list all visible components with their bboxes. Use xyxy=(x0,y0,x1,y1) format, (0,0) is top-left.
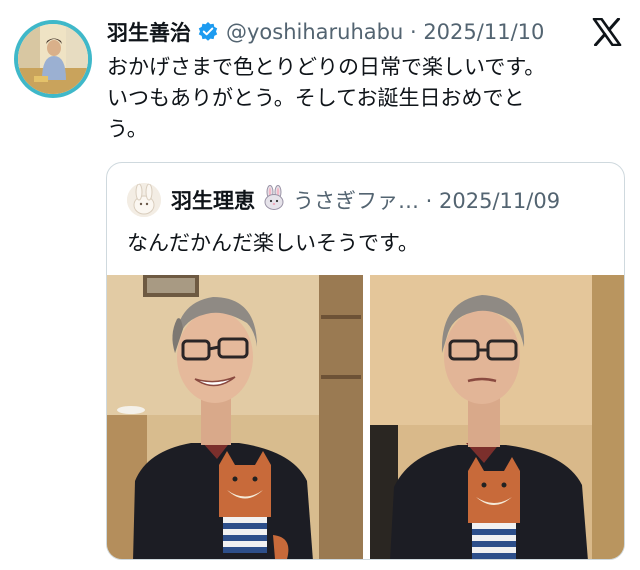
handle-and-date[interactable]: @yoshiharuhabu · 2025/11/10 xyxy=(226,20,544,44)
quoted-display-name[interactable]: 羽生理恵 xyxy=(171,185,255,215)
display-name[interactable]: 羽生善治 xyxy=(107,17,191,47)
tweet-text: おかげさまで色とりどりの日常で楽しいです。 いつもありがとう。そしてお誕生日おめ… xyxy=(107,52,619,145)
avatar[interactable] xyxy=(14,20,92,98)
tweet-text-line: いつもありがとう。そしてお誕生日おめでと xyxy=(107,86,525,110)
quoted-tweet-header: 羽生理恵 うさぎファ… · 2025/11/09 xyxy=(127,183,560,217)
quoted-tweet-text: なんだかんだ楽しいそうです。 xyxy=(127,231,419,255)
rabbit-emoji-icon xyxy=(261,184,287,216)
x-logo-icon[interactable] xyxy=(592,17,622,47)
tweet-header: 羽生善治 @yoshiharuhabu · 2025/11/10 xyxy=(107,14,544,50)
tweet-text-line: おかげさまで色とりどりの日常で楽しいです。 xyxy=(107,55,546,79)
avatar-photo xyxy=(18,24,88,94)
verified-badge-icon xyxy=(197,21,219,43)
quoted-tweet[interactable]: 羽生理恵 うさぎファ… · 2025/11/09 なんだかんだ楽しいそうです。 xyxy=(106,162,625,560)
quoted-photos xyxy=(107,275,624,559)
photo-serious-man[interactable] xyxy=(370,275,624,559)
quoted-avatar[interactable] xyxy=(127,183,161,217)
quoted-handle-and-date[interactable]: うさぎファ… · 2025/11/09 xyxy=(293,185,560,215)
tweet-text-line: う。 xyxy=(107,117,148,141)
photo-smiling-man[interactable] xyxy=(107,275,363,559)
